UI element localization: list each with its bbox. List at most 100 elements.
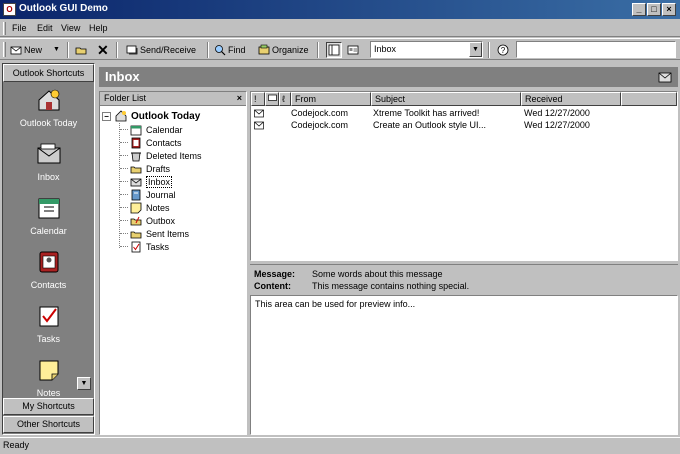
outlook-shortcuts-header[interactable]: Outlook Shortcuts (3, 64, 94, 82)
message-row[interactable]: Codejock.com Create an Outlook style UI.… (251, 120, 677, 132)
folder-label: Tasks (146, 241, 170, 252)
folder-list-toggle-button[interactable] (326, 42, 342, 58)
folder-label: Inbox (146, 175, 173, 188)
web-address-box[interactable] (516, 41, 676, 58)
toolbar: New ▼ ✕ Send/Receive Find Organize Inbox… (0, 38, 680, 60)
organize-button[interactable]: Organize (258, 42, 309, 58)
notes-icon (39, 360, 58, 381)
inbox-icon (130, 178, 142, 186)
column-header-from[interactable]: From (291, 92, 371, 106)
sent-items-icon (130, 231, 142, 238)
shortcut-calendar[interactable]: Calendar (3, 194, 94, 236)
drafts-icon (130, 166, 142, 173)
outbox-icon (130, 216, 142, 225)
folder-label: Contacts (146, 137, 182, 148)
column-header-subject[interactable]: Subject (371, 92, 521, 106)
move-folder-icon (75, 47, 87, 55)
folder-sent-items[interactable]: Sent Items (130, 227, 189, 240)
collapse-icon[interactable]: − (102, 111, 111, 121)
folder-deleted-items[interactable]: Deleted Items (130, 149, 202, 162)
column-header-icon[interactable] (265, 92, 279, 106)
toolbar-separator (317, 42, 319, 58)
message-row[interactable]: Codejock.com Xtreme Toolkit has arrived!… (251, 108, 677, 120)
folder-inbox[interactable]: Inbox (130, 175, 173, 188)
notes-icon (130, 202, 142, 213)
folder-contacts[interactable]: Contacts (130, 136, 182, 149)
contacts-icon (39, 251, 58, 273)
folder-tasks[interactable]: Tasks (130, 240, 169, 253)
tree-line (120, 155, 128, 156)
maximize-button[interactable]: □ (647, 3, 661, 16)
find-button[interactable]: Find (214, 42, 246, 58)
send-receive-label: Send/Receive (140, 45, 197, 55)
new-mail-icon (10, 46, 22, 55)
group-other-shortcuts[interactable]: Other Shortcuts (3, 416, 94, 433)
message-from: Codejock.com (291, 120, 349, 130)
menu-view[interactable]: View (61, 23, 80, 33)
minimize-button[interactable]: _ (632, 3, 646, 16)
close-icon[interactable]: × (237, 92, 242, 105)
new-button-label: New (24, 45, 43, 55)
deleted-items-icon (131, 152, 141, 161)
folder-notes[interactable]: Notes (130, 201, 170, 214)
shortcut-label: Calendar (30, 226, 67, 236)
title-bar: O Outlook GUI Demo _ □ × (0, 0, 680, 19)
folder-combo[interactable]: Inbox ▼ (370, 41, 483, 58)
shortcut-label: Outlook Today (19, 118, 78, 128)
shortcut-contacts[interactable]: Contacts (3, 248, 94, 290)
outlook-today-icon (115, 110, 127, 122)
menu-help[interactable]: Help (89, 23, 108, 33)
chevron-down-icon[interactable]: ▼ (469, 42, 482, 57)
folder-list-header: Folder List × (100, 92, 246, 106)
calendar-icon (38, 198, 59, 219)
new-dropdown-button[interactable]: ▼ (53, 42, 60, 58)
folder-outbox[interactable]: Outbox (130, 214, 175, 227)
tree-line (120, 207, 128, 208)
folder-label: Notes (146, 202, 170, 213)
menu-file[interactable]: File (12, 23, 27, 33)
menu-edit[interactable]: Edit (37, 23, 53, 33)
tree-root-label: Outlook Today (131, 110, 201, 122)
inbox-icon (37, 143, 60, 164)
folder-drafts[interactable]: Drafts (130, 162, 170, 175)
address-book-button[interactable] (347, 42, 359, 58)
group-my-shortcuts[interactable]: My Shortcuts (3, 398, 94, 415)
shortcut-label: Notes (36, 388, 61, 398)
column-header-attachment[interactable]: ℓ (279, 92, 291, 106)
tree-line (120, 246, 128, 247)
tree-line (120, 220, 128, 221)
folder-journal[interactable]: Journal (130, 188, 176, 201)
delete-x-icon: ✕ (97, 42, 109, 58)
tree-root-outlook-today[interactable]: − Outlook Today (102, 109, 200, 123)
toolbar-grip[interactable] (3, 42, 6, 57)
help-button[interactable]: ? (497, 42, 509, 58)
send-receive-button[interactable]: Send/Receive (126, 42, 196, 58)
folder-label: Outbox (146, 215, 176, 226)
delete-button[interactable]: ✕ (97, 42, 109, 58)
tree-line (120, 129, 128, 130)
close-button[interactable]: × (662, 3, 676, 16)
chevron-down-icon: ▼ (80, 380, 88, 387)
scroll-down-button[interactable]: ▼ (77, 377, 91, 390)
tree-line (120, 181, 128, 182)
menubar-grip[interactable] (3, 22, 6, 35)
shortcut-outlook-today[interactable]: Outlook Today (3, 86, 94, 128)
unread-mail-icon (254, 109, 264, 118)
shortcut-inbox[interactable]: Inbox (3, 140, 94, 182)
shortcut-tasks[interactable]: Tasks (3, 302, 94, 344)
preview-pane[interactable]: This area can be used for preview info..… (250, 295, 678, 435)
new-button[interactable]: New (10, 42, 42, 58)
shortcut-label: Inbox (37, 172, 60, 182)
toolbar-separator (67, 42, 69, 58)
move-to-folder-button[interactable] (75, 42, 87, 58)
send-receive-icon (126, 45, 138, 55)
message-subject: Create an Outlook style UI... (373, 120, 487, 130)
message-subject: Xtreme Toolkit has arrived! (373, 108, 480, 118)
column-header-received[interactable]: Received (521, 92, 621, 106)
column-header-importance[interactable]: ! (251, 92, 265, 106)
app-icon[interactable]: O (3, 3, 16, 16)
paperclip-icon: ℓ (282, 94, 285, 104)
folder-combo-value: Inbox (374, 44, 397, 54)
tree-line (120, 194, 128, 195)
folder-calendar[interactable]: Calendar (130, 123, 183, 136)
